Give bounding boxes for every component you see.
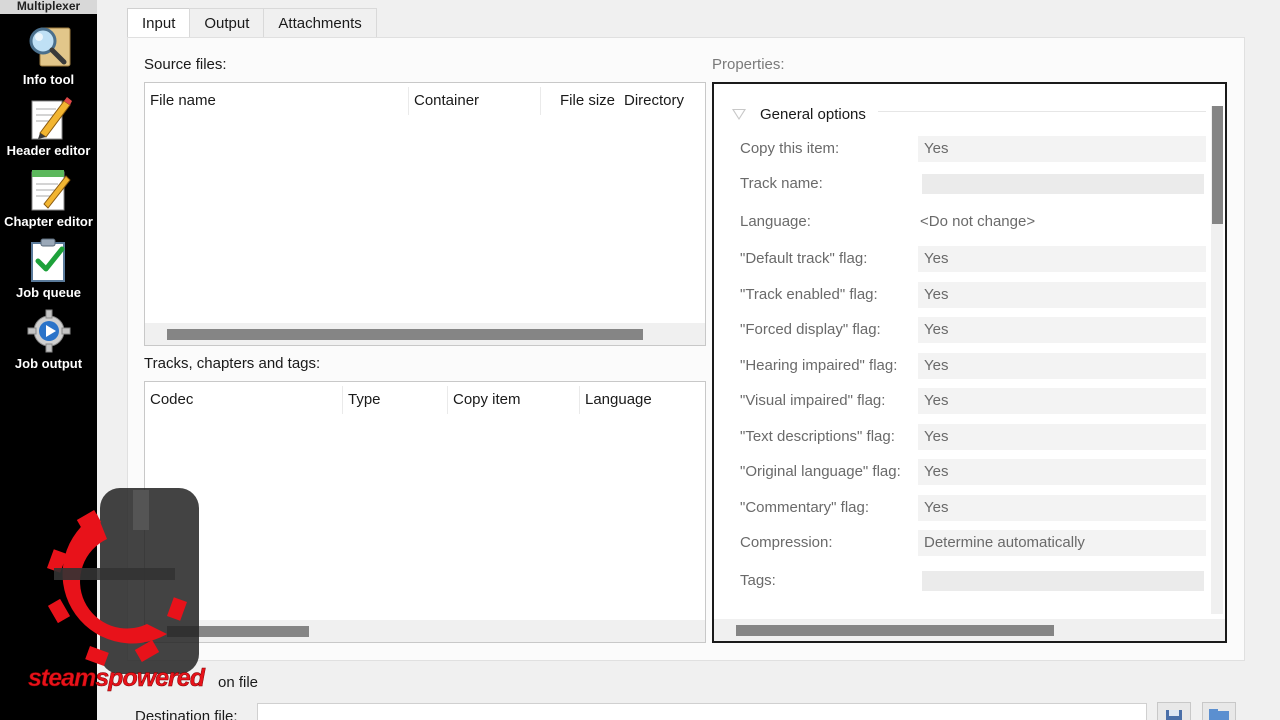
properties-label: Properties: [712, 56, 785, 73]
collapse-triangle-icon[interactable] [732, 108, 746, 120]
source-files-header: File name Container File size Directory [145, 83, 705, 119]
pencil-paper-icon [26, 95, 72, 141]
prop-key: "Commentary" flag: [740, 499, 870, 516]
toolbar-title: Multiplexer [0, 0, 97, 14]
tool-info[interactable]: Info tool [0, 24, 97, 87]
track-enabled-select[interactable]: Yes [918, 282, 1206, 308]
magnifier-icon [26, 24, 72, 70]
general-options-title: General options [760, 105, 866, 123]
source-files-list[interactable]: File name Container File size Directory [144, 82, 706, 346]
browse-folder-button[interactable] [1202, 702, 1236, 720]
tool-job-output[interactable]: Job output [0, 308, 97, 371]
properties-panel: General options Copy this item: Yes Trac… [712, 82, 1227, 643]
prop-default-track: "Default track" flag: Yes [728, 244, 1206, 274]
save-as-button[interactable] [1157, 702, 1191, 720]
prop-commentary: "Commentary" flag: Yes [728, 493, 1206, 523]
properties-content: General options Copy this item: Yes Trac… [728, 96, 1206, 607]
prop-compression: Compression: Determine automatically [728, 528, 1206, 558]
tool-job-queue[interactable]: Job queue [0, 237, 97, 300]
language-select[interactable]: <Do not change> [918, 209, 1206, 235]
column-file-name[interactable]: File name [145, 83, 216, 119]
tool-info-label: Info tool [22, 72, 75, 87]
prop-copy-item: Copy this item: Yes [728, 134, 1206, 164]
column-divider[interactable] [540, 87, 541, 115]
source-files-label: Source files: [144, 56, 227, 73]
prop-key: Tags: [740, 572, 776, 589]
tool-chapter-editor-label: Chapter editor [4, 214, 93, 229]
prop-track-name: Track name: [728, 169, 1206, 199]
save-icon [1166, 710, 1182, 720]
tab-input[interactable]: Input [127, 8, 191, 39]
source-files-hscrollbar[interactable] [145, 323, 705, 345]
track-name-input[interactable] [918, 171, 1206, 197]
gear-play-icon [26, 308, 72, 354]
tab-output[interactable]: Output [189, 8, 265, 38]
group-divider [878, 111, 1206, 112]
prop-key: "Default track" flag: [740, 250, 868, 267]
tool-chapter-editor[interactable]: Chapter editor [0, 166, 97, 229]
column-file-size[interactable]: File size [555, 83, 615, 119]
column-container[interactable]: Container [409, 83, 479, 119]
tool-header-editor[interactable]: Header editor [0, 95, 97, 158]
prop-language: Language: <Do not change> [728, 207, 1206, 237]
destination-section-title: on file [218, 674, 259, 691]
folder-icon [1209, 709, 1229, 720]
tab-bar: Input Output Attachments [127, 8, 377, 39]
prop-key: "Original language" flag: [740, 463, 901, 480]
prop-key: "Forced display" flag: [740, 321, 881, 338]
prop-key: Language: [740, 213, 811, 230]
destination-file-input[interactable] [257, 703, 1147, 720]
column-language[interactable]: Language [580, 382, 652, 418]
prop-text-descriptions: "Text descriptions" flag: Yes [728, 422, 1206, 452]
tool-job-output-label: Job output [14, 356, 83, 371]
destination-file-label: Destination file: [135, 708, 238, 720]
prop-key: Track name: [740, 175, 823, 192]
notepad-icon [26, 166, 72, 212]
copy-item-select[interactable]: Yes [918, 136, 1206, 162]
column-copy-item[interactable]: Copy item [448, 382, 521, 418]
prop-key: "Track enabled" flag: [740, 286, 878, 303]
prop-visual-impaired: "Visual impaired" flag: Yes [728, 386, 1206, 416]
column-codec[interactable]: Codec [145, 382, 193, 418]
properties-vscrollbar[interactable] [1211, 106, 1223, 614]
prop-key: "Visual impaired" flag: [740, 392, 886, 409]
visual-impaired-select[interactable]: Yes [918, 388, 1206, 414]
scrollbar-thumb[interactable] [167, 329, 643, 340]
hearing-impaired-select[interactable]: Yes [918, 353, 1206, 379]
app-window: Multiplexer Info tool Header editor Chap… [0, 0, 1280, 720]
prop-key: "Hearing impaired" flag: [740, 357, 898, 374]
prop-hearing-impaired: "Hearing impaired" flag: Yes [728, 351, 1206, 381]
prop-forced-display: "Forced display" flag: Yes [728, 315, 1206, 345]
tracks-header: Codec Type Copy item Language [145, 382, 705, 418]
prop-original-language: "Original language" flag: Yes [728, 457, 1206, 487]
checklist-icon [26, 237, 72, 283]
tags-input[interactable] [918, 568, 1206, 594]
commentary-select[interactable]: Yes [918, 495, 1206, 521]
watermark-text: steamspowered [28, 664, 205, 693]
forced-display-select[interactable]: Yes [918, 317, 1206, 343]
text-descriptions-select[interactable]: Yes [918, 424, 1206, 450]
original-language-select[interactable]: Yes [918, 459, 1206, 485]
tool-header-editor-label: Header editor [6, 143, 91, 158]
general-options-header[interactable]: General options [728, 102, 866, 126]
column-type[interactable]: Type [343, 382, 381, 418]
tracks-label: Tracks, chapters and tags: [144, 355, 321, 372]
scrollbar-thumb[interactable] [1212, 106, 1223, 224]
tracks-hscrollbar[interactable] [145, 620, 705, 642]
prop-key: Compression: [740, 534, 833, 551]
main-area: Input Output Attachments Source files: F… [97, 0, 1280, 720]
scrollbar-thumb[interactable] [736, 625, 1054, 636]
default-track-select[interactable]: Yes [918, 246, 1206, 272]
tab-attachments[interactable]: Attachments [263, 8, 377, 38]
prop-track-enabled: "Track enabled" flag: Yes [728, 280, 1206, 310]
prop-tags: Tags: [728, 566, 1206, 596]
prop-key: "Text descriptions" flag: [740, 428, 895, 445]
tool-job-queue-label: Job queue [15, 285, 81, 300]
properties-hscrollbar[interactable] [714, 619, 1225, 641]
compression-select[interactable]: Determine automatically [918, 530, 1206, 556]
tracks-list[interactable]: Codec Type Copy item Language [144, 381, 706, 643]
prop-key: Copy this item: [740, 140, 840, 157]
column-directory[interactable]: Directory [619, 83, 684, 119]
